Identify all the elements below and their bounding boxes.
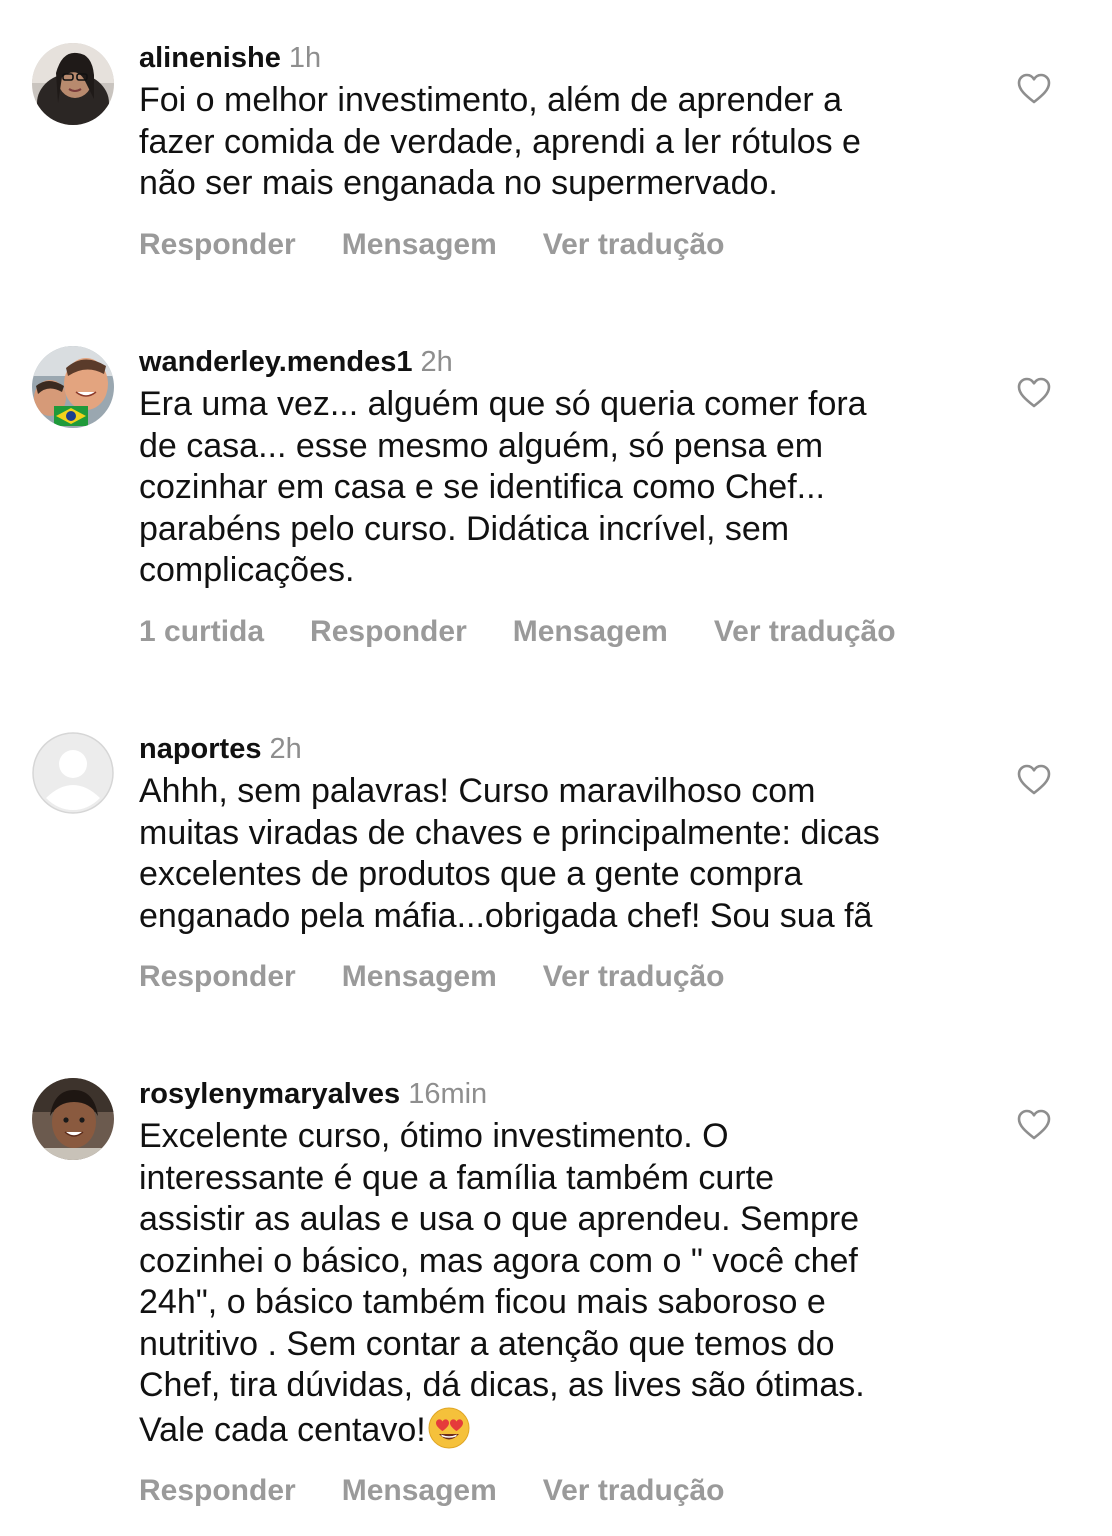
default-user-icon[interactable] [32,732,114,814]
likes-count[interactable]: 1 curtida [139,614,264,650]
comment-actions: 1 curtida Responder Mensagem Ver traduçã… [139,614,979,650]
comment-text-content: Excelente curso, ótimo investimento. O i… [139,1117,865,1449]
message-button[interactable]: Mensagem [513,614,668,650]
see-translation-button[interactable]: Ver tradução [714,614,896,650]
comment-time: 16min [408,1078,488,1110]
heart-outline-icon[interactable] [1017,1109,1051,1141]
heart-outline-icon[interactable] [1017,764,1051,796]
comment-username[interactable]: naportes [139,733,261,765]
avatar[interactable] [32,346,114,428]
comment-actions: Responder Mensagem Ver tradução [139,227,979,263]
comment-text: Foi o melhor investimento, além de apren… [139,81,861,202]
comment-time: 1h [288,42,322,74]
comment-text: Era uma vez... alguém que só queria come… [139,385,867,589]
avatar[interactable] [32,1078,114,1160]
comment-actions: Responder Mensagem Ver tradução [139,1473,979,1509]
comment-text: Ahhh, sem palavras! Curso maravilhoso co… [139,772,880,935]
comment-username[interactable]: alinenishe [139,42,281,74]
see-translation-button[interactable]: Ver tradução [543,227,725,263]
reply-button[interactable]: Responder [139,959,296,995]
comment-text: Excelente curso, ótimo investimento. O i… [139,1116,979,1451]
heart-outline-icon[interactable] [1017,73,1051,105]
reply-button[interactable]: Responder [310,614,467,650]
avatar[interactable] [32,43,114,125]
comment-actions: Responder Mensagem Ver tradução [139,959,979,995]
comment-time: 2h [420,346,453,378]
message-button[interactable]: Mensagem [342,1473,497,1509]
heart-outline-icon[interactable] [1017,377,1051,409]
see-translation-button[interactable]: Ver tradução [543,959,725,995]
see-translation-button[interactable]: Ver tradução [543,1473,725,1509]
message-button[interactable]: Mensagem [342,959,497,995]
reply-button[interactable]: Responder [139,227,296,263]
heart-eyes-emoji [428,1407,470,1448]
reply-button[interactable]: Responder [139,1473,296,1509]
message-button[interactable]: Mensagem [342,227,497,263]
comment-time: 2h [269,733,302,765]
comment-username[interactable]: rosylenymaryalves [139,1078,400,1110]
comment-username[interactable]: wanderley.mendes1 [139,346,412,378]
